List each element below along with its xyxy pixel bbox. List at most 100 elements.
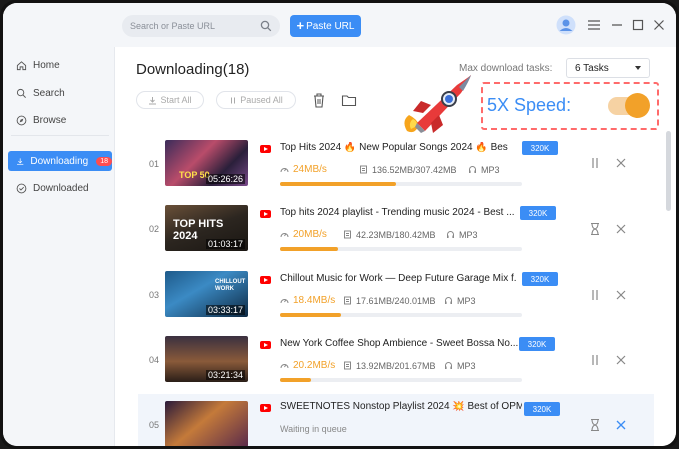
check-circle-icon <box>16 183 27 193</box>
main-panel: Downloading(18) Max download tasks: 6 Ta… <box>116 47 676 446</box>
download-speed: 20.2MB/s <box>293 360 336 371</box>
row-index: 02 <box>149 224 160 234</box>
row-index: 04 <box>149 355 160 365</box>
youtube-icon <box>260 341 271 349</box>
progress-fill <box>280 378 312 382</box>
search-icon <box>16 88 26 98</box>
app-window: Search or Paste URL + Paste URL Home Sea… <box>3 3 676 446</box>
file-format: MP3 <box>481 164 500 175</box>
speedometer-icon <box>280 168 289 173</box>
sidebar-item-downloading[interactable]: Downloading 18 <box>8 151 112 171</box>
progress-bar <box>280 182 522 186</box>
search-icon[interactable] <box>260 20 272 32</box>
video-thumbnail[interactable]: TOP 50 05:26:26 <box>165 140 248 186</box>
speedometer-icon <box>280 364 289 369</box>
max-tasks-select[interactable]: 6 Tasks <box>566 58 650 78</box>
row-meta: 24MB/s 136.52MB/307.42MB MP3 <box>280 164 500 175</box>
row-meta: 20.2MB/s 13.92MB/201.67MB MP3 <box>280 360 476 371</box>
maximize-icon[interactable] <box>630 17 646 33</box>
youtube-icon <box>260 404 271 412</box>
track-title: SWEETNOTES Nonstop Playlist 2024 💥 Best … <box>280 401 522 412</box>
row-meta: 18.4MB/s 17.61MB/240.01MB MP3 <box>280 295 476 306</box>
downloading-count-badge: 18 <box>96 156 112 166</box>
download-speed: 18.4MB/s <box>293 295 336 306</box>
close-icon[interactable] <box>614 288 628 302</box>
sidebar-item-label: Downloading <box>30 155 89 167</box>
file-size: 136.52MB/307.42MB <box>372 164 457 175</box>
progress-bar <box>280 378 522 382</box>
file-icon <box>344 361 351 370</box>
queue-status: Waiting in queue <box>280 424 347 434</box>
minimize-icon[interactable] <box>609 17 625 33</box>
compass-icon <box>16 115 27 125</box>
paused-all-button[interactable]: Paused All <box>216 91 296 109</box>
plus-icon: + <box>296 18 305 33</box>
download-speed: 24MB/s <box>293 164 327 175</box>
sidebar: Home Search Browse Downloading 18 Downlo… <box>3 47 115 446</box>
pause-icon[interactable] <box>588 353 602 367</box>
sidebar-item-browse[interactable]: Browse <box>8 110 112 130</box>
close-icon[interactable] <box>614 222 628 236</box>
hourglass-icon[interactable] <box>588 418 602 432</box>
table-row: 01 TOP 50 05:26:26 Top Hits 2024 🔥 New P… <box>138 135 654 195</box>
menu-icon[interactable] <box>586 17 602 33</box>
youtube-icon <box>260 145 271 153</box>
track-title: Chillout Music for Work — Deep Future Ga… <box>280 273 516 284</box>
youtube-icon <box>260 276 271 284</box>
page-title: Downloading(18) <box>136 61 250 78</box>
speed-toggle[interactable] <box>608 93 650 118</box>
progress-bar <box>280 247 522 251</box>
sidebar-item-downloaded[interactable]: Downloaded <box>8 178 112 198</box>
close-icon[interactable] <box>651 17 667 33</box>
file-size: 42.23MB/180.42MB <box>356 229 436 240</box>
row-meta: 20MB/s 42.23MB/180.42MB MP3 <box>280 229 478 240</box>
speed-label: 5X Speed: <box>487 95 572 115</box>
track-title: New York Coffee Shop Ambience - Sweet Bo… <box>280 338 518 349</box>
download-icon <box>149 96 157 104</box>
headphones-icon <box>445 297 452 304</box>
start-all-label: Start All <box>160 95 192 105</box>
close-icon[interactable] <box>614 156 628 170</box>
headphones-icon <box>447 231 454 238</box>
sidebar-item-search[interactable]: Search <box>8 83 112 103</box>
pause-icon[interactable] <box>588 288 602 302</box>
scrollbar[interactable] <box>666 131 671 211</box>
quality-badge: 320K <box>522 272 558 286</box>
quality-badge: 320K <box>519 337 555 351</box>
window-frame: Search or Paste URL + Paste URL Home Sea… <box>0 0 679 449</box>
hourglass-icon[interactable] <box>588 222 602 236</box>
start-all-button[interactable]: Start All <box>136 91 204 109</box>
row-index: 03 <box>149 290 160 300</box>
video-thumbnail[interactable]: 03:21:34 <box>165 336 248 382</box>
video-thumbnail[interactable]: CHILLOUT WORK 03:33:17 <box>165 271 248 317</box>
search-input[interactable]: Search or Paste URL <box>130 21 260 31</box>
file-size: 13.92MB/201.67MB <box>356 360 436 371</box>
search-box[interactable]: Search or Paste URL <box>122 15 280 37</box>
headphones-icon <box>445 362 452 369</box>
home-icon <box>16 60 27 70</box>
sidebar-item-label: Home <box>33 59 60 71</box>
duration: 05:26:26 <box>205 174 245 184</box>
paste-url-button[interactable]: + Paste URL <box>290 15 361 37</box>
folder-icon[interactable] <box>341 91 357 109</box>
duration: 03:33:17 <box>205 305 245 315</box>
video-thumbnail[interactable]: TOP HITS 2024 01:03:17 <box>165 205 248 251</box>
close-icon[interactable] <box>614 353 628 367</box>
file-icon <box>360 165 367 174</box>
table-row: 02 TOP HITS 2024 01:03:17 Top hits 2024 … <box>138 200 654 260</box>
pause-icon[interactable] <box>588 156 602 170</box>
sidebar-item-home[interactable]: Home <box>8 55 112 75</box>
video-thumbnail[interactable] <box>165 401 248 446</box>
close-icon[interactable] <box>614 418 628 432</box>
sidebar-item-label: Downloaded <box>33 182 89 194</box>
chevron-down-icon <box>635 66 641 70</box>
table-row: 04 03:21:34 New York Coffee Shop Ambienc… <box>138 331 654 391</box>
title-bar: Search or Paste URL + Paste URL <box>3 3 676 47</box>
quality-badge: 320K <box>520 206 556 220</box>
table-row: 05 SWEETNOTES Nonstop Playlist 2024 💥 Be… <box>138 394 654 446</box>
row-index: 01 <box>149 159 160 169</box>
pause-icon <box>231 97 236 103</box>
max-tasks-value: 6 Tasks <box>575 62 609 74</box>
avatar-icon[interactable] <box>556 15 576 35</box>
trash-icon[interactable] <box>311 91 327 109</box>
